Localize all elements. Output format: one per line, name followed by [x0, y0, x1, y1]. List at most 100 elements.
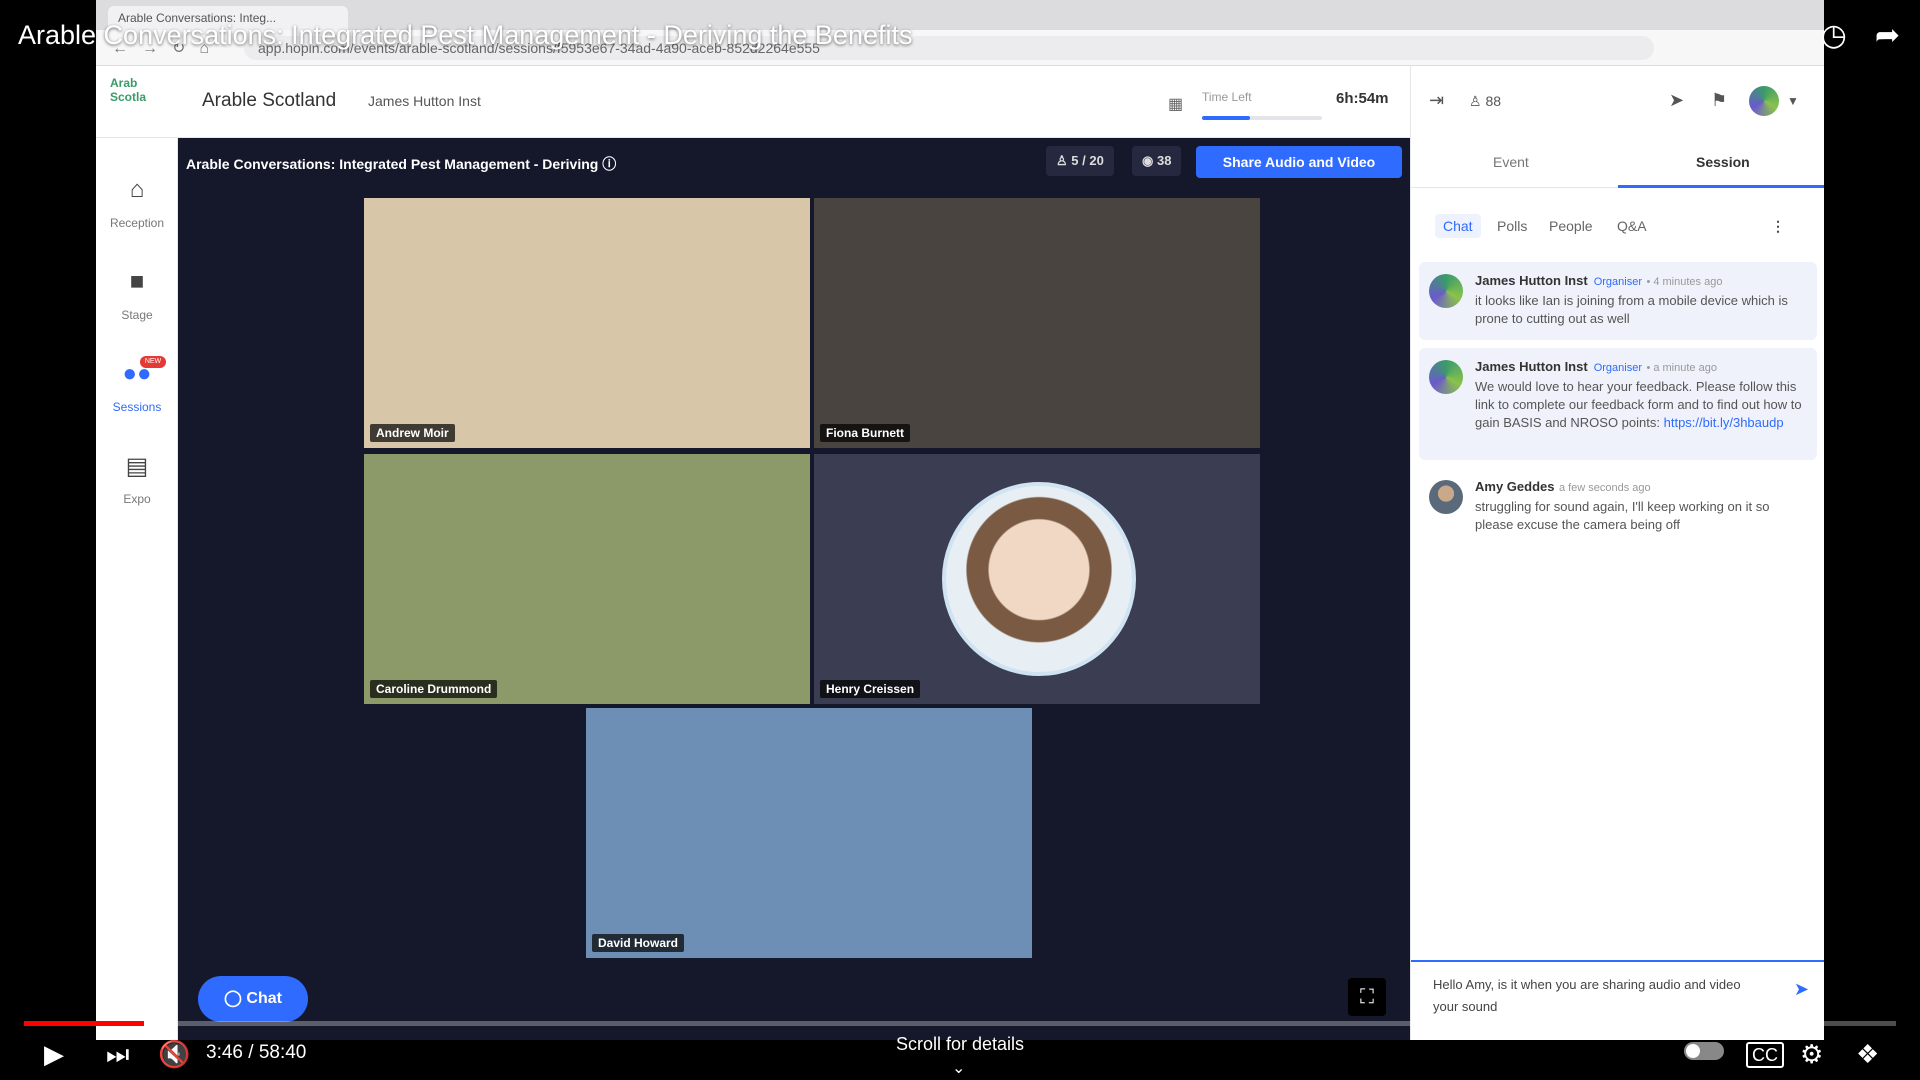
video-title[interactable]: Arable Conversations: Integrated Pest Ma…: [18, 20, 912, 51]
nav-label: Expo: [123, 492, 151, 506]
chevron-down-icon[interactable]: ▼: [1787, 94, 1799, 108]
video-tile[interactable]: Caroline Drummond: [364, 454, 810, 704]
attendee-count: 88: [1485, 93, 1502, 109]
chat-message: Amy Geddes a few seconds ago struggling …: [1419, 468, 1817, 548]
session-title: Arable Conversations: Integrated Pest Ma…: [186, 154, 616, 174]
feedback-link[interactable]: https://bit.ly/3hbaudp: [1664, 415, 1784, 430]
chat-message: James Hutton Inst Organiser • 4 minutes a…: [1419, 262, 1817, 340]
session-area: Arable Conversations: Integrated Pest Ma…: [178, 138, 1410, 1040]
video-tile[interactable]: David Howard: [586, 708, 1032, 958]
nav-label: Reception: [109, 216, 165, 230]
share-arrow-icon[interactable]: ➦: [1875, 18, 1900, 54]
avatar: [1429, 480, 1463, 514]
event-logo[interactable]: Arab Scotla: [110, 76, 162, 124]
attendees-indicator[interactable]: ♙ 88: [1469, 93, 1501, 110]
message-author: Amy Geddes: [1475, 479, 1555, 494]
nav-item-sessions[interactable]: ●● NEW Sessions: [96, 356, 178, 414]
subtab-chat[interactable]: Chat: [1435, 214, 1481, 238]
message-text: it looks like Ian is joining from a mobi…: [1475, 293, 1788, 326]
tab-session[interactable]: Session: [1696, 154, 1750, 170]
avatar[interactable]: [1749, 86, 1779, 116]
captured-window: Arable Conversations: Integ... ←→↻⌂ app.…: [96, 0, 1824, 1040]
time-left-fill: [1202, 116, 1250, 120]
send-message-icon[interactable]: ➤: [1794, 978, 1809, 1000]
bell-icon[interactable]: ⚑: [1711, 90, 1727, 111]
video-tile[interactable]: Henry Creissen: [814, 454, 1260, 704]
participants-count: ♙ 5 / 20: [1046, 146, 1114, 176]
chat-button-label: Chat: [246, 990, 282, 1007]
avatar: [942, 482, 1136, 676]
message-time: • 4 minutes ago: [1646, 276, 1723, 288]
person-icon: ♙: [1056, 153, 1068, 168]
info-icon[interactable]: ⓘ: [602, 156, 616, 172]
viewers-value: 38: [1156, 153, 1172, 168]
nav-label: Stage: [121, 308, 153, 322]
message-text: We would love to hear your feedback. Ple…: [1475, 378, 1807, 432]
nav-item-expo[interactable]: ▤ Expo: [96, 452, 178, 506]
message-author: James Hutton Inst: [1475, 359, 1588, 374]
chevron-down-icon[interactable]: ⌄: [952, 1058, 965, 1078]
fullscreen-icon[interactable]: ⛶: [1348, 978, 1386, 1016]
message-author: James Hutton Inst: [1475, 273, 1588, 288]
share-audio-video-button[interactable]: Share Audio and Video: [1196, 146, 1402, 178]
subtab-polls[interactable]: Polls: [1497, 218, 1527, 234]
chat-bubble-icon: ◯: [224, 990, 242, 1007]
message-time: a few seconds ago: [1558, 482, 1651, 494]
chat-message: James Hutton Inst Organiser • a minute ag…: [1419, 348, 1817, 460]
scroll-hint[interactable]: Scroll for details: [0, 1034, 1920, 1055]
tab-indicator: [1618, 185, 1824, 188]
time-left-label: Time Left: [1202, 90, 1252, 104]
nav-item-stage[interactable]: ■ Stage: [96, 268, 178, 322]
new-badge: NEW: [140, 356, 166, 368]
video-tile[interactable]: Andrew Moir: [364, 198, 810, 448]
message-role: Organiser: [1593, 276, 1642, 288]
panel-tabs: Event Session: [1411, 138, 1824, 188]
participant-name: Fiona Burnett: [820, 424, 910, 442]
message-time: • a minute ago: [1646, 362, 1717, 374]
app-header: Arab Scotla Arable Scotland James Hutton…: [96, 66, 1410, 138]
video-camera-icon: ■: [129, 268, 145, 295]
more-options-icon[interactable]: ⋮: [1771, 218, 1785, 235]
booth-icon: ▤: [125, 453, 149, 480]
session-title-text: Arable Conversations: Integrated Pest Ma…: [186, 156, 599, 172]
video-tile[interactable]: Fiona Burnett: [814, 198, 1260, 448]
side-panel: ⇥ ♙ 88 ➤ ⚑ ▼ Event Session Chat Polls Pe…: [1410, 66, 1824, 1040]
participant-name: Andrew Moir: [370, 424, 455, 442]
participant-name: Henry Creissen: [820, 680, 921, 698]
eye-icon: ◉: [1142, 153, 1154, 168]
video-progress-fill: [24, 1021, 144, 1026]
subtab-people[interactable]: People: [1549, 218, 1593, 234]
viewers-count: ◉ 38: [1132, 146, 1182, 176]
participant-name: David Howard: [592, 934, 685, 952]
collapse-panel-icon[interactable]: ⇥: [1429, 90, 1444, 111]
avatar: [1429, 274, 1463, 308]
people-icon: ♙: [1469, 93, 1482, 109]
left-nav: ⌂ Reception ■ Stage ●● NEW Sessions ▤ Ex…: [96, 138, 178, 1040]
chat-input-text: Hello Amy, is it when you are sharing au…: [1433, 977, 1741, 1014]
participants-value: 5 / 20: [1071, 153, 1104, 168]
nav-label: Sessions: [112, 400, 162, 414]
page: Arable Conversations: Integrated Pest Ma…: [0, 0, 1920, 1080]
time-left-bar: [1202, 116, 1322, 120]
send-icon[interactable]: ➤: [1669, 90, 1684, 111]
message-text: struggling for sound again, I'll keep wo…: [1475, 499, 1770, 532]
message-role: Organiser: [1593, 362, 1642, 374]
chat-input[interactable]: Hello Amy, is it when you are sharing au…: [1411, 960, 1824, 1040]
time-left-value: 6h:54m: [1336, 90, 1389, 107]
calendar-icon[interactable]: ▦: [1168, 94, 1183, 114]
event-name: Arable Scotland: [202, 90, 337, 111]
tab-event[interactable]: Event: [1493, 154, 1529, 170]
organizer-name: James Hutton Inst: [368, 93, 481, 109]
side-panel-header: ⇥ ♙ 88 ➤ ⚑ ▼: [1411, 66, 1824, 138]
people-icon: ●●: [122, 360, 152, 387]
video-progress-bar[interactable]: [24, 1021, 1896, 1026]
subtab-qa[interactable]: Q&A: [1617, 218, 1647, 234]
clock-icon[interactable]: ◷: [1821, 18, 1847, 54]
participant-name: Caroline Drummond: [370, 680, 498, 698]
home-icon: ⌂: [129, 176, 145, 203]
session-subtabs: Chat Polls People Q&A ⋮: [1411, 206, 1824, 246]
chat-button[interactable]: ◯ Chat: [198, 976, 308, 1022]
top-actions: ◷ ➦: [1821, 18, 1900, 54]
avatar: [1429, 360, 1463, 394]
nav-item-reception[interactable]: ⌂ Reception: [96, 176, 178, 230]
